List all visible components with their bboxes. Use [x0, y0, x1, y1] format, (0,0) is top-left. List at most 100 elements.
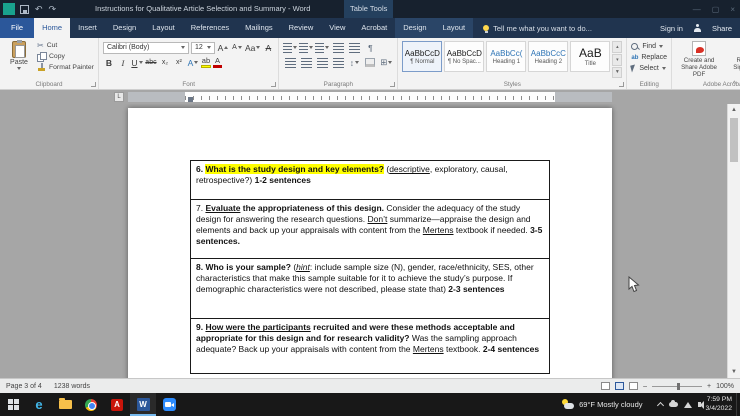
- superscript-button[interactable]: x²: [173, 56, 185, 69]
- show-hide-button[interactable]: ¶: [363, 41, 377, 54]
- redo-icon[interactable]: ↷: [49, 4, 57, 14]
- font-color-button[interactable]: A: [212, 57, 222, 68]
- replace-button[interactable]: ab Replace: [631, 53, 667, 62]
- horizontal-ruler[interactable]: [128, 92, 612, 103]
- tab-layout[interactable]: Layout: [144, 18, 183, 38]
- align-right-button[interactable]: [315, 56, 329, 69]
- zoom-out-button[interactable]: –: [643, 383, 647, 390]
- wifi-icon[interactable]: [683, 401, 692, 408]
- indent-marker[interactable]: [188, 97, 193, 103]
- page-indicator[interactable]: Page 3 of 4: [6, 383, 42, 390]
- taskbar-chrome[interactable]: [78, 393, 104, 416]
- font-family-combo[interactable]: Calibri (Body): [102, 41, 189, 54]
- underline-button[interactable]: U: [131, 56, 143, 69]
- zoom-slider-knob[interactable]: [677, 382, 680, 390]
- style-title[interactable]: AaB Title: [570, 41, 611, 72]
- bullets-button[interactable]: [283, 41, 298, 54]
- style-heading-2[interactable]: AaBbCcC Heading 2: [528, 41, 569, 72]
- minimize-button[interactable]: —: [693, 5, 701, 14]
- align-left-button[interactable]: [283, 56, 297, 69]
- print-layout-button[interactable]: [615, 382, 625, 390]
- web-layout-button[interactable]: [629, 382, 639, 390]
- decrease-indent-button[interactable]: [331, 41, 345, 54]
- table-row-q6[interactable]: 6. What is the study design and key elem…: [190, 160, 550, 201]
- zoom-level[interactable]: 100%: [716, 383, 734, 390]
- paste-button[interactable]: Paste: [4, 40, 34, 78]
- taskbar-file-explorer[interactable]: [52, 393, 78, 416]
- increase-indent-button[interactable]: [347, 41, 361, 54]
- word-count[interactable]: 1238 words: [54, 383, 90, 390]
- tab-home[interactable]: Home: [34, 18, 71, 38]
- change-case-button[interactable]: Aa: [245, 41, 261, 54]
- taskbar-edge[interactable]: e: [26, 393, 52, 416]
- show-desktop-button[interactable]: [736, 393, 740, 416]
- create-share-pdf-button[interactable]: Create and Share Adobe PDF: [676, 41, 722, 78]
- copy-button[interactable]: Copy: [37, 52, 94, 62]
- tab-selector-button[interactable]: L: [114, 92, 124, 103]
- multilevel-list-button[interactable]: [315, 41, 330, 54]
- volume-icon[interactable]: [697, 400, 704, 409]
- tab-design[interactable]: Design: [105, 18, 144, 38]
- table-row-q7[interactable]: 7. Evaluate the appropriateness of this …: [190, 199, 550, 260]
- vertical-scrollbar[interactable]: ▲ ▼: [727, 104, 740, 378]
- maximize-button[interactable]: ▢: [712, 5, 720, 14]
- zoom-in-button[interactable]: +: [707, 383, 711, 390]
- scroll-up-button[interactable]: ▲: [728, 104, 740, 116]
- cut-button[interactable]: ✂ Cut: [37, 41, 94, 50]
- table-row-q8[interactable]: 8. Who is your sample? (hint: include sa…: [190, 258, 550, 320]
- close-button[interactable]: ×: [730, 5, 735, 14]
- zoom-slider[interactable]: [652, 382, 702, 390]
- align-center-button[interactable]: [299, 56, 313, 69]
- strikethrough-button[interactable]: abc: [145, 56, 157, 69]
- save-icon[interactable]: [20, 4, 29, 14]
- style-normal[interactable]: AaBbCcD ¶ Normal: [402, 41, 443, 72]
- collapse-ribbon-button[interactable]: ^: [733, 81, 736, 88]
- tab-insert[interactable]: Insert: [70, 18, 105, 38]
- taskbar-acrobat[interactable]: A: [104, 393, 130, 416]
- justify-button[interactable]: [331, 56, 345, 69]
- styles-gallery-up-button[interactable]: ▴: [612, 41, 623, 53]
- shading-button[interactable]: [363, 56, 377, 69]
- tell-me-box[interactable]: Tell me what you want to do...: [483, 18, 592, 38]
- style-no-spacing[interactable]: AaBbCcD ¶ No Spac...: [444, 41, 485, 72]
- numbering-button[interactable]: [299, 41, 314, 54]
- font-size-combo[interactable]: 12: [190, 41, 215, 54]
- read-mode-button[interactable]: [601, 382, 611, 390]
- line-spacing-button[interactable]: ↕: [347, 56, 361, 69]
- scroll-down-button[interactable]: ▼: [728, 366, 740, 378]
- scrollbar-thumb[interactable]: [730, 118, 738, 163]
- tab-table-design[interactable]: Design: [395, 18, 435, 38]
- select-button[interactable]: Select: [630, 64, 667, 73]
- shrink-font-button[interactable]: A: [231, 41, 243, 54]
- clear-formatting-button[interactable]: A: [262, 41, 274, 54]
- text-effects-button[interactable]: A: [187, 56, 199, 69]
- undo-icon[interactable]: ↶: [35, 4, 43, 14]
- taskbar-word[interactable]: W: [130, 393, 156, 416]
- font-dialog-launcher[interactable]: [271, 82, 277, 88]
- paragraph-dialog-launcher[interactable]: [390, 82, 396, 88]
- tab-mailings[interactable]: Mailings: [237, 18, 281, 38]
- table-row-q9[interactable]: 9. How were the participants recruited a…: [190, 318, 550, 375]
- tab-review[interactable]: Review: [281, 18, 322, 38]
- bold-button[interactable]: B: [103, 56, 115, 69]
- tray-expand-icon[interactable]: [656, 401, 664, 410]
- grow-font-button[interactable]: A: [217, 41, 229, 54]
- taskbar-clock[interactable]: 7:59 PM 3/4/2022: [706, 396, 736, 414]
- subscript-button[interactable]: x₂: [159, 56, 171, 69]
- italic-button[interactable]: I: [117, 56, 129, 69]
- sign-in-link[interactable]: Sign in: [660, 24, 683, 33]
- style-heading-1[interactable]: AaBbCc( Heading 1: [486, 41, 527, 72]
- highlight-button[interactable]: ab: [200, 57, 211, 68]
- tab-acrobat[interactable]: Acrobat: [353, 18, 395, 38]
- start-button[interactable]: [0, 393, 26, 416]
- onedrive-icon[interactable]: [668, 400, 678, 407]
- document-page[interactable]: 6. What is the study design and key elem…: [128, 108, 612, 378]
- format-painter-button[interactable]: Format Painter: [37, 63, 94, 72]
- weather-widget[interactable]: 69°F Mostly cloudy: [561, 399, 652, 410]
- tab-references[interactable]: References: [183, 18, 237, 38]
- request-signatures-button[interactable]: Request Signatures: [725, 41, 740, 78]
- taskbar-zoom[interactable]: [156, 393, 182, 416]
- tab-file[interactable]: File: [0, 18, 35, 38]
- styles-gallery-more-button[interactable]: ▼: [612, 66, 623, 79]
- clipboard-dialog-launcher[interactable]: [90, 82, 96, 88]
